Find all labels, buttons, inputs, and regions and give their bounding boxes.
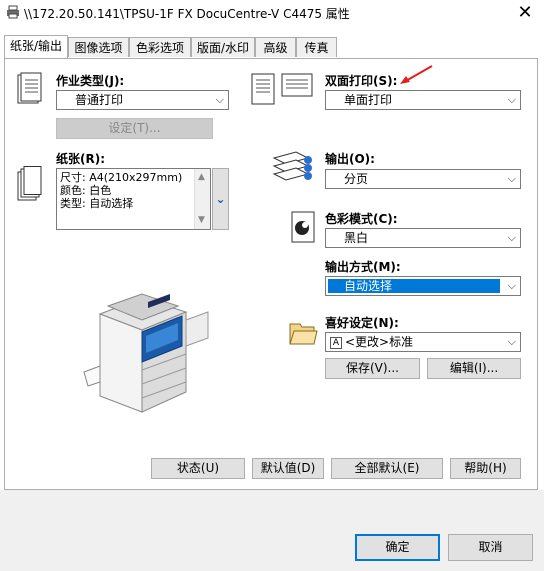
help-button[interactable]: 帮助(H) [450, 458, 521, 479]
save-favorite-button[interactable]: 保存(V)... [325, 358, 420, 379]
tab-fax[interactable]: 传真 [296, 37, 337, 57]
chevron-down-icon: ⌵ [507, 279, 516, 292]
duplex-label: 双面打印(S): [325, 74, 398, 88]
paper-expand-button[interactable]: ⌄ [212, 168, 229, 230]
color-mode-value: 黑白 [344, 231, 369, 245]
annotation-arrow-icon [400, 65, 433, 84]
output-label: 输出(O): [325, 152, 375, 166]
tab-advanced[interactable]: 高级 [255, 37, 296, 57]
window-title: \\172.20.50.141\TPSU-1F FX DocuCentre-V … [24, 7, 350, 21]
favorites-label: 喜好设定(N): [325, 316, 399, 330]
paper-stack-icon [17, 166, 42, 201]
paper-size-line: 尺寸: A4(210x297mm) [60, 171, 183, 184]
chevron-down-icon: ⌵ [507, 335, 516, 348]
duplex-pages-icon [251, 73, 313, 105]
output-method-select[interactable]: 自动选择 ⌵ [325, 276, 521, 296]
printer-icon [7, 5, 19, 19]
color-mode-select[interactable]: 黑白 ⌵ [325, 228, 521, 248]
document-icon [17, 72, 42, 104]
scroll-down-icon[interactable]: ▼ [198, 214, 205, 227]
cancel-button[interactable]: 取消 [448, 534, 533, 561]
scrollbar[interactable]: ▲ ▼ [194, 169, 210, 229]
edit-favorite-button[interactable]: 编辑(I)... [427, 358, 521, 379]
duplex-value: 单面打印 [344, 93, 393, 107]
output-value: 分页 [344, 172, 369, 186]
color-mode-label: 色彩模式(C): [325, 212, 398, 226]
favorites-badge-icon: A [330, 336, 342, 349]
all-defaults-button[interactable]: 全部默认(E) [331, 458, 443, 479]
duplex-select[interactable]: 单面打印 ⌵ [325, 90, 521, 110]
output-select[interactable]: 分页 ⌵ [325, 169, 521, 189]
chevron-down-icon: ⌵ [215, 93, 224, 106]
tab-layout-watermark[interactable]: 版面/水印 [191, 37, 255, 57]
tab-color-options[interactable]: 色彩选项 [129, 37, 191, 57]
tab-image-options[interactable]: 图像选项 [68, 37, 129, 57]
status-button[interactable]: 状态(U) [151, 458, 245, 479]
favorites-select[interactable]: A <更改>标准 ⌵ [325, 332, 521, 352]
collate-icon [272, 151, 312, 181]
paper-info-box: 尺寸: A4(210x297mm) 颜色: 白色 类型: 自动选择 ▲ ▼ [56, 168, 211, 230]
output-method-value: 自动选择 [328, 279, 500, 293]
scroll-up-icon[interactable]: ▲ [198, 171, 205, 184]
chevron-down-icon: ⌄ [215, 192, 226, 206]
copier-illustration [83, 293, 209, 413]
job-type-value: 普通打印 [75, 93, 124, 107]
paper-color-line: 颜色: 白色 [60, 184, 112, 197]
job-type-label: 作业类型(J): [56, 74, 125, 88]
color-mode-icon [291, 211, 315, 243]
chevron-down-icon: ⌵ [507, 231, 516, 244]
chevron-down-icon: ⌵ [507, 93, 516, 106]
paper-type-line: 类型: 自动选择 [60, 197, 134, 210]
defaults-button[interactable]: 默认值(D) [252, 458, 324, 479]
folder-icon [289, 323, 318, 345]
settings-button[interactable]: 设定(T)... [56, 118, 213, 139]
close-button[interactable]: ✕ [516, 2, 534, 23]
tab-paper-output[interactable]: 纸张/输出 [4, 35, 68, 58]
title-bar: \\172.20.50.141\TPSU-1F FX DocuCentre-V … [0, 0, 544, 26]
paper-label: 纸张(R): [56, 152, 106, 166]
output-method-label: 输出方式(M): [325, 260, 401, 274]
ok-button[interactable]: 确定 [355, 534, 440, 561]
chevron-down-icon: ⌵ [507, 172, 516, 185]
job-type-select[interactable]: 普通打印 ⌵ [56, 90, 229, 110]
favorites-value: <更改>标准 [345, 335, 414, 349]
